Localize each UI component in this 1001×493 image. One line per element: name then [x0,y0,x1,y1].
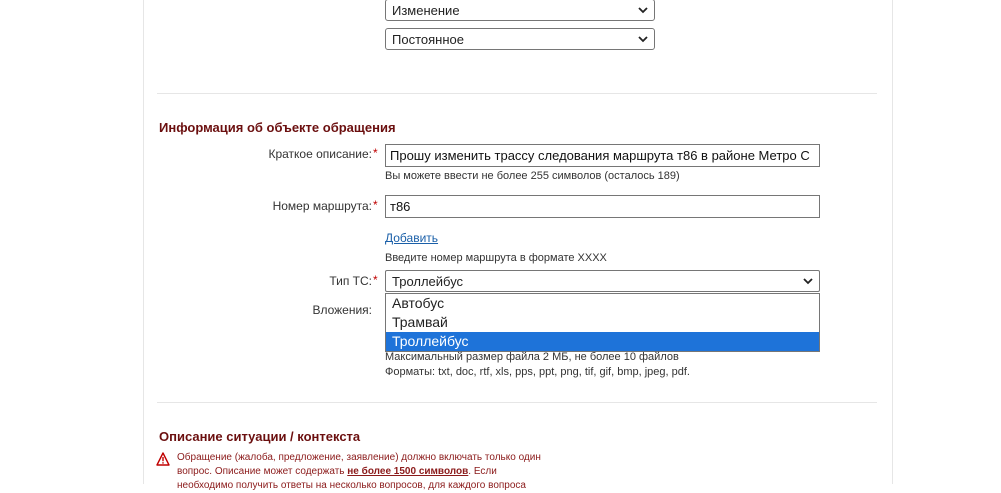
vehicle-option-bus[interactable]: Автобус [386,294,819,313]
context-warning-text: Обращение (жалоба, предложение, заявлени… [177,451,547,493]
warning-limit: не более 1500 символов [347,466,469,477]
route-format-hint: Введите номер маршрута в формате XXXX [385,252,607,264]
change-type-select[interactable]: Изменение [385,0,655,21]
change-type-select-value: Изменение [392,3,460,18]
short-desc-input[interactable]: Прошу изменить трассу следования маршрут… [385,144,820,167]
vehicle-type-dropdown: Автобус Трамвай Троллейбус [385,293,820,352]
short-desc-label-text: Краткое описание: [268,147,372,161]
attachments-label: Вложения: [220,303,372,317]
vehicle-type-select-value: Троллейбус [392,274,464,289]
short-desc-label: Краткое описание: [220,147,372,161]
chevron-down-icon [638,7,648,14]
form-panel [143,0,893,484]
vehicle-option-trolleybus[interactable]: Троллейбус [386,332,819,351]
duration-select[interactable]: Постоянное [385,28,655,50]
required-star: * [373,198,378,212]
route-label: Номер маршрута: [220,199,372,213]
vehicle-type-label: Тип ТС: [220,274,372,288]
duration-select-value: Постоянное [392,32,464,47]
warning-icon [156,452,170,466]
object-section-title: Информация об объекте обращения [159,120,396,135]
attach-format-hint: Форматы: txt, doc, rtf, xls, pps, ppt, p… [385,366,690,378]
chevron-down-icon [638,36,648,43]
vehicle-type-label-text: Тип ТС: [329,274,372,288]
route-number-input[interactable]: т86 [385,195,820,218]
section-divider [157,93,877,94]
add-route-link[interactable]: Добавить [385,231,438,245]
attachments-label-text: Вложения: [312,303,372,317]
required-star: * [373,273,378,287]
chevron-down-icon [803,278,813,285]
required-star: * [373,146,378,160]
route-label-text: Номер маршрута: [272,199,372,213]
short-desc-hint: Вы можете ввести не более 255 символов (… [385,170,680,182]
attach-size-hint: Максимальный размер файла 2 МБ, не более… [385,351,679,363]
section-divider [157,402,877,403]
vehicle-option-tram[interactable]: Трамвай [386,313,819,332]
vehicle-type-select[interactable]: Троллейбус [385,270,820,292]
context-section-title: Описание ситуации / контекста [159,429,361,444]
